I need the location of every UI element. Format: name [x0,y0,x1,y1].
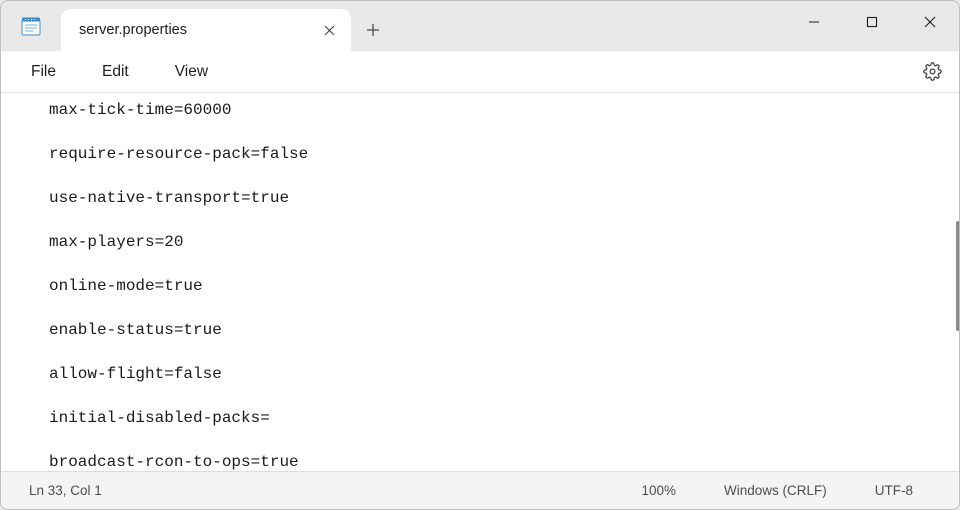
editor-line: max-tick-time=60000 [49,99,959,121]
tab-close-button[interactable] [317,18,341,42]
status-line-ending[interactable]: Windows (CRLF) [700,483,851,498]
tabstrip: server.properties [61,1,785,51]
editor-line: broadcast-rcon-to-ops=true [49,451,959,471]
gear-icon [923,62,942,81]
editor-area: max-tick-time=60000 require-resource-pac… [1,93,959,471]
menu-view[interactable]: View [163,57,220,87]
menu-edit[interactable]: Edit [90,57,141,87]
settings-button[interactable] [915,55,949,89]
maximize-button[interactable] [843,1,901,43]
statusbar: Ln 33, Col 1 100% Windows (CRLF) UTF-8 [1,471,959,509]
menubar: File Edit View [1,51,959,93]
close-icon [924,16,936,28]
plus-icon [366,23,380,37]
window-controls [785,1,959,51]
tab-title: server.properties [79,22,187,38]
minimize-icon [808,16,820,28]
status-cursor-position[interactable]: Ln 33, Col 1 [23,483,126,498]
close-icon [324,25,335,36]
tab-active[interactable]: server.properties [61,9,351,51]
status-zoom[interactable]: 100% [617,483,700,498]
app-icon [1,1,61,51]
editor-line: allow-flight=false [49,363,959,385]
editor-line: initial-disabled-packs= [49,407,959,429]
editor-line: online-mode=true [49,275,959,297]
editor-line: use-native-transport=true [49,187,959,209]
text-editor[interactable]: max-tick-time=60000 require-resource-pac… [1,93,959,471]
status-encoding[interactable]: UTF-8 [851,483,937,498]
close-window-button[interactable] [901,1,959,43]
editor-line: enable-status=true [49,319,959,341]
scrollbar-thumb[interactable] [956,221,959,331]
editor-line: max-players=20 [49,231,959,253]
new-tab-button[interactable] [351,9,395,51]
maximize-icon [866,16,878,28]
menu-file[interactable]: File [19,57,68,87]
notepad-window: server.properties [0,0,960,510]
editor-line: require-resource-pack=false [49,143,959,165]
minimize-button[interactable] [785,1,843,43]
titlebar: server.properties [1,1,959,51]
